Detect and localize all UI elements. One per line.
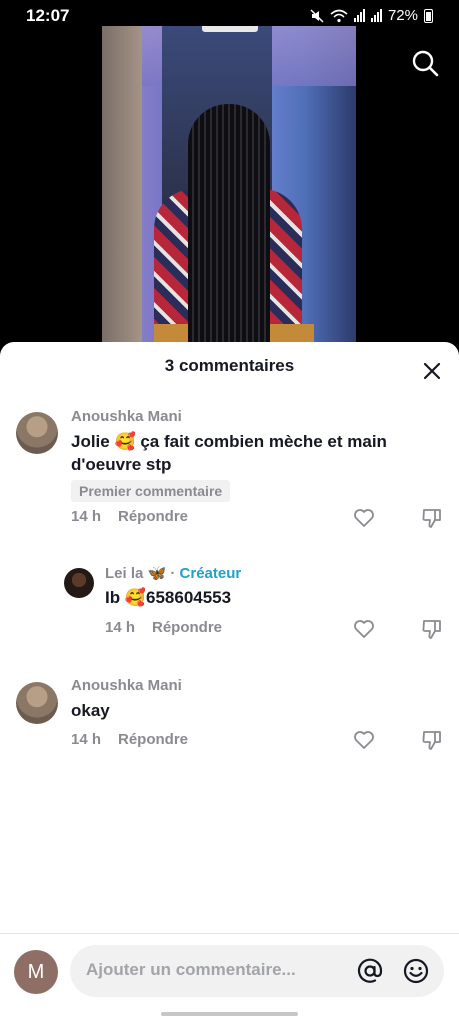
thumbs-down-icon[interactable] (420, 617, 444, 641)
comments-sheet: 3 commentaires Anoushka Mani Jolie 🥰 ça … (0, 342, 459, 1024)
comment-text-line-2: d'oeuvre stp (71, 455, 172, 474)
video-subject (154, 104, 314, 356)
close-icon[interactable] (421, 360, 443, 382)
status-icons: 72% (310, 7, 433, 24)
heart-icon[interactable] (352, 617, 376, 641)
comment-time: 14 h (105, 619, 136, 636)
reply-button[interactable]: Répondre (118, 508, 188, 525)
battery-percent: 72% (387, 7, 418, 24)
comment-text-line-1: Jolie 🥰 ça fait combien mèche et main (71, 432, 387, 451)
home-indicator[interactable] (161, 1012, 298, 1016)
status-time: 12:07 (26, 6, 70, 25)
avatar[interactable] (16, 682, 58, 724)
reply-username[interactable]: Lei la 🦋 (105, 565, 166, 582)
wifi-icon (330, 9, 348, 22)
battery-icon (424, 8, 433, 23)
comment-username[interactable]: Anoushka Mani (71, 408, 182, 425)
comment-text: okay (71, 701, 110, 720)
signal-icon-2 (370, 9, 382, 22)
reply-button[interactable]: Répondre (152, 619, 222, 636)
at-icon[interactable] (356, 957, 384, 985)
comment-username[interactable]: Lei la 🦋 · Créateur (105, 564, 241, 582)
heart-icon[interactable] (352, 506, 376, 530)
comment-time: 14 h (71, 731, 102, 748)
comment-text: Ib 🥰658604553 (105, 588, 232, 607)
comment-username[interactable]: Anoushka Mani (71, 677, 182, 694)
avatar[interactable] (64, 568, 94, 598)
comment-composer: M Ajouter un commentaire... (0, 933, 459, 1024)
separator: · (170, 565, 176, 582)
heart-icon[interactable] (352, 728, 376, 752)
search-icon[interactable] (410, 48, 440, 78)
video-preview[interactable] (102, 26, 356, 356)
comment-input[interactable]: Ajouter un commentaire... (70, 945, 444, 997)
comment-time: 14 h (71, 508, 102, 525)
mute-icon (310, 8, 324, 23)
comment-text: Jolie 🥰 ça fait combien mèche et main d'… (71, 430, 387, 476)
signal-icon (353, 9, 365, 22)
thumbs-down-icon[interactable] (420, 506, 444, 530)
my-avatar[interactable]: M (14, 950, 58, 994)
reply-item: Lei la 🦋 · Créateur Ib 🥰658604553 14 h R… (0, 562, 459, 642)
emoji-icon[interactable] (402, 957, 430, 985)
comment-item: Anoushka Mani Jolie 🥰 ça fait combien mè… (0, 406, 459, 536)
reply-button[interactable]: Répondre (118, 731, 188, 748)
avatar[interactable] (16, 412, 58, 454)
first-comment-badge: Premier commentaire (71, 480, 231, 502)
comment-input-placeholder[interactable]: Ajouter un commentaire... (86, 960, 296, 980)
creator-badge: Créateur (179, 565, 242, 582)
comment-item: Anoushka Mani okay 14 h Répondre (0, 675, 459, 755)
thumbs-down-icon[interactable] (420, 728, 444, 752)
comments-title: 3 commentaires (164, 356, 295, 375)
